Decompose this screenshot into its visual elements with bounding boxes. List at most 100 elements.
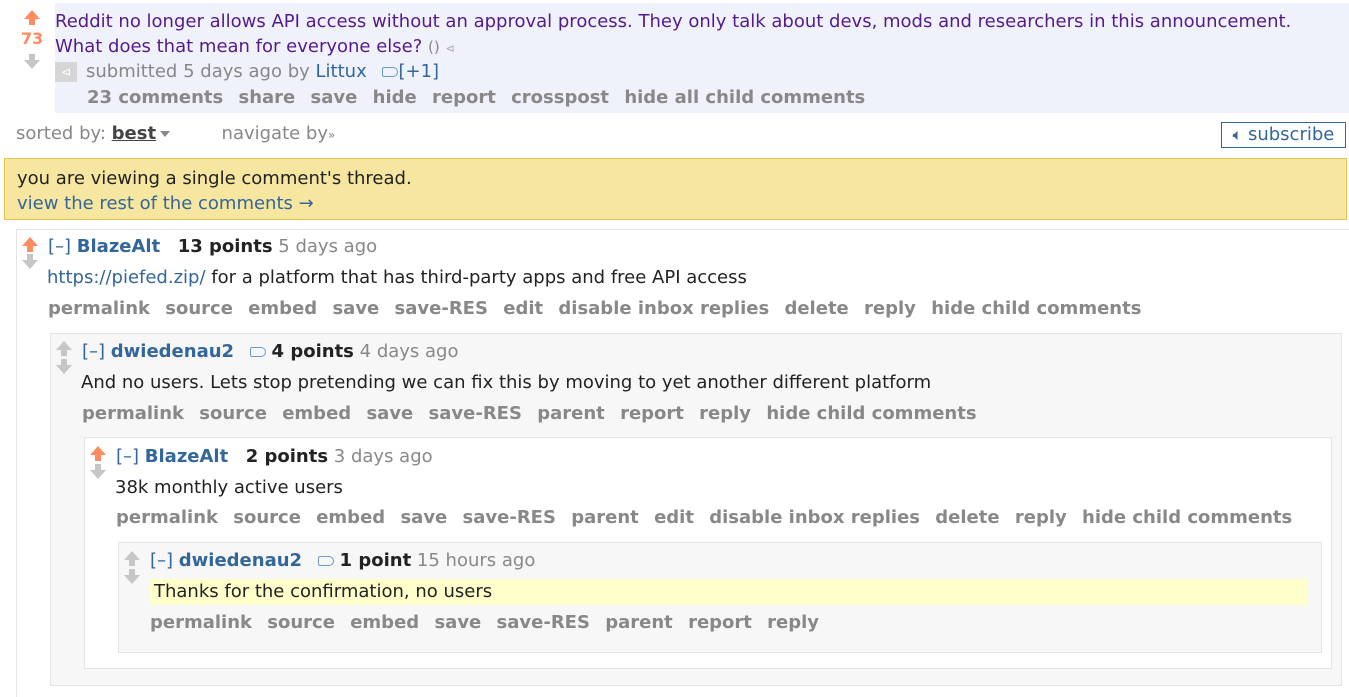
parent-button[interactable]: parent [537,403,605,424]
subscribe-button[interactable]: 🔈︎ subscribe [1221,122,1346,148]
permalink-button[interactable]: permalink [116,507,218,528]
double-chevron-down-icon[interactable]: » [328,128,335,142]
post-title[interactable]: Reddit no longer allows API access witho… [55,9,1325,61]
downvote-arrow-icon[interactable] [90,470,106,479]
hide-child-comments-button[interactable]: hide child comments [931,298,1141,319]
save-button[interactable]: save [332,298,379,319]
upvote-arrow-icon[interactable] [90,446,106,455]
user-tag-icon[interactable] [382,67,399,77]
comment-body: https://piefed.zip/ for a platform that … [47,267,747,288]
save-res-button[interactable]: save-RES [463,507,556,528]
report-button[interactable]: report [688,612,752,633]
hide-child-comments-button[interactable]: hide child comments [1082,507,1292,528]
reply-button[interactable]: reply [767,612,819,633]
single-thread-notice: you are viewing a single comment's threa… [4,158,1347,220]
subscribe-label: subscribe [1247,124,1335,145]
sort-bar: sorted by: best navigate by» [16,123,335,144]
save-button[interactable]: save [434,612,481,633]
save-res-button[interactable]: save-RES [395,298,488,319]
reply-button[interactable]: reply [1015,507,1067,528]
user-tag-icon[interactable] [317,556,334,566]
comment-time: 5 days ago [278,236,378,257]
upvote-arrow-stem [129,560,135,566]
downvote-arrow-icon[interactable] [22,260,38,269]
post-author-link[interactable]: Littux [316,61,367,82]
downvote-arrow-icon[interactable] [24,60,40,69]
user-tag-icon[interactable] [249,347,266,357]
collapse-toggle[interactable]: [–] [48,236,71,257]
save-res-button[interactable]: save-RES [497,612,590,633]
source-button[interactable]: source [199,403,267,424]
crosspost-button[interactable]: crosspost [511,87,609,108]
comment-buttons: permalink source embed save save-RES par… [150,612,828,633]
embed-button[interactable]: embed [248,298,317,319]
post-tagline: submitted 5 days ago by Littux [+1] [86,61,439,82]
comment-body: Thanks for the confirmation, no users [150,579,1307,605]
reply-button[interactable]: reply [699,403,751,424]
delete-button[interactable]: delete [935,507,999,528]
hide-child-comments-button[interactable]: hide child comments [766,403,976,424]
permalink-button[interactable]: permalink [82,403,184,424]
hide-all-child-comments-button[interactable]: hide all child comments [624,87,865,108]
delete-button[interactable]: delete [784,298,848,319]
upvote-arrow-icon[interactable] [24,10,40,19]
upvote-arrow-stem [61,350,67,356]
parent-button[interactable]: parent [605,612,673,633]
comment-buttons: permalink source embed save save-RES par… [116,507,1301,528]
upvote-arrow-icon[interactable] [56,341,72,350]
embed-button[interactable]: embed [316,507,385,528]
share-small-icon: ⊲ [445,42,455,55]
edit-button[interactable]: edit [503,298,543,319]
notice-text: you are viewing a single comment's threa… [17,168,412,189]
report-button[interactable]: report [620,403,684,424]
reply-button[interactable]: reply [864,298,916,319]
upvote-arrow-icon[interactable] [124,551,140,560]
comment-author-link[interactable]: BlazeAlt [145,446,228,467]
comment-author-link[interactable]: dwiedenau2 [179,550,302,571]
comment-text: for a platform that has third-party apps… [205,267,747,288]
post-score: 73 [21,29,44,48]
downvote-arrow-stem [27,254,33,260]
permalink-button[interactable]: permalink [150,612,252,633]
downvote-arrow-icon[interactable] [124,575,140,584]
post-title-text[interactable]: Reddit no longer allows API access witho… [55,11,1291,57]
downvote-arrow-icon[interactable] [56,365,72,374]
report-button[interactable]: report [432,87,496,108]
collapse-toggle[interactable]: [–] [150,550,173,571]
embed-button[interactable]: embed [282,403,351,424]
disable-inbox-replies-button[interactable]: disable inbox replies [558,298,769,319]
comment-tagline: [–] dwiedenau2 4 points 4 days ago [82,341,459,362]
collapse-toggle[interactable]: [–] [82,341,105,362]
edit-button[interactable]: edit [654,507,694,528]
save-button[interactable]: save [366,403,413,424]
comment-points: 4 points [271,341,354,362]
vote-weight-badge[interactable]: [+1] [398,61,439,82]
comment-author-link[interactable]: BlazeAlt [77,236,160,257]
collapse-toggle[interactable]: [–] [116,446,139,467]
hide-button[interactable]: hide [373,87,417,108]
self-post-thumbnail-icon[interactable]: ⊲ [55,62,77,82]
sort-dropdown[interactable]: best [112,123,156,144]
save-button[interactable]: save [311,87,358,108]
comment-time: 4 days ago [359,341,459,362]
save-res-button[interactable]: save-RES [429,403,522,424]
navigate-by-dropdown[interactable]: navigate by [222,123,328,144]
source-button[interactable]: source [233,507,301,528]
post-domain[interactable]: () [428,38,440,56]
embed-button[interactable]: embed [350,612,419,633]
source-button[interactable]: source [165,298,233,319]
upvote-arrow-icon[interactable] [22,237,38,246]
source-button[interactable]: source [267,612,335,633]
view-rest-comments-link[interactable]: view the rest of the comments → [17,193,314,214]
save-button[interactable]: save [400,507,447,528]
comments-link[interactable]: 23 comments [87,87,223,108]
permalink-button[interactable]: permalink [48,298,150,319]
parent-button[interactable]: parent [571,507,639,528]
comment-points: 13 points [177,236,273,257]
share-button[interactable]: share [239,87,296,108]
comment-author-link[interactable]: dwiedenau2 [111,341,234,362]
disable-inbox-replies-button[interactable]: disable inbox replies [709,507,920,528]
piefed-link[interactable]: https://piefed.zip/ [47,267,206,288]
comment-points: 2 points [245,446,329,467]
chevron-down-icon[interactable] [160,131,171,137]
